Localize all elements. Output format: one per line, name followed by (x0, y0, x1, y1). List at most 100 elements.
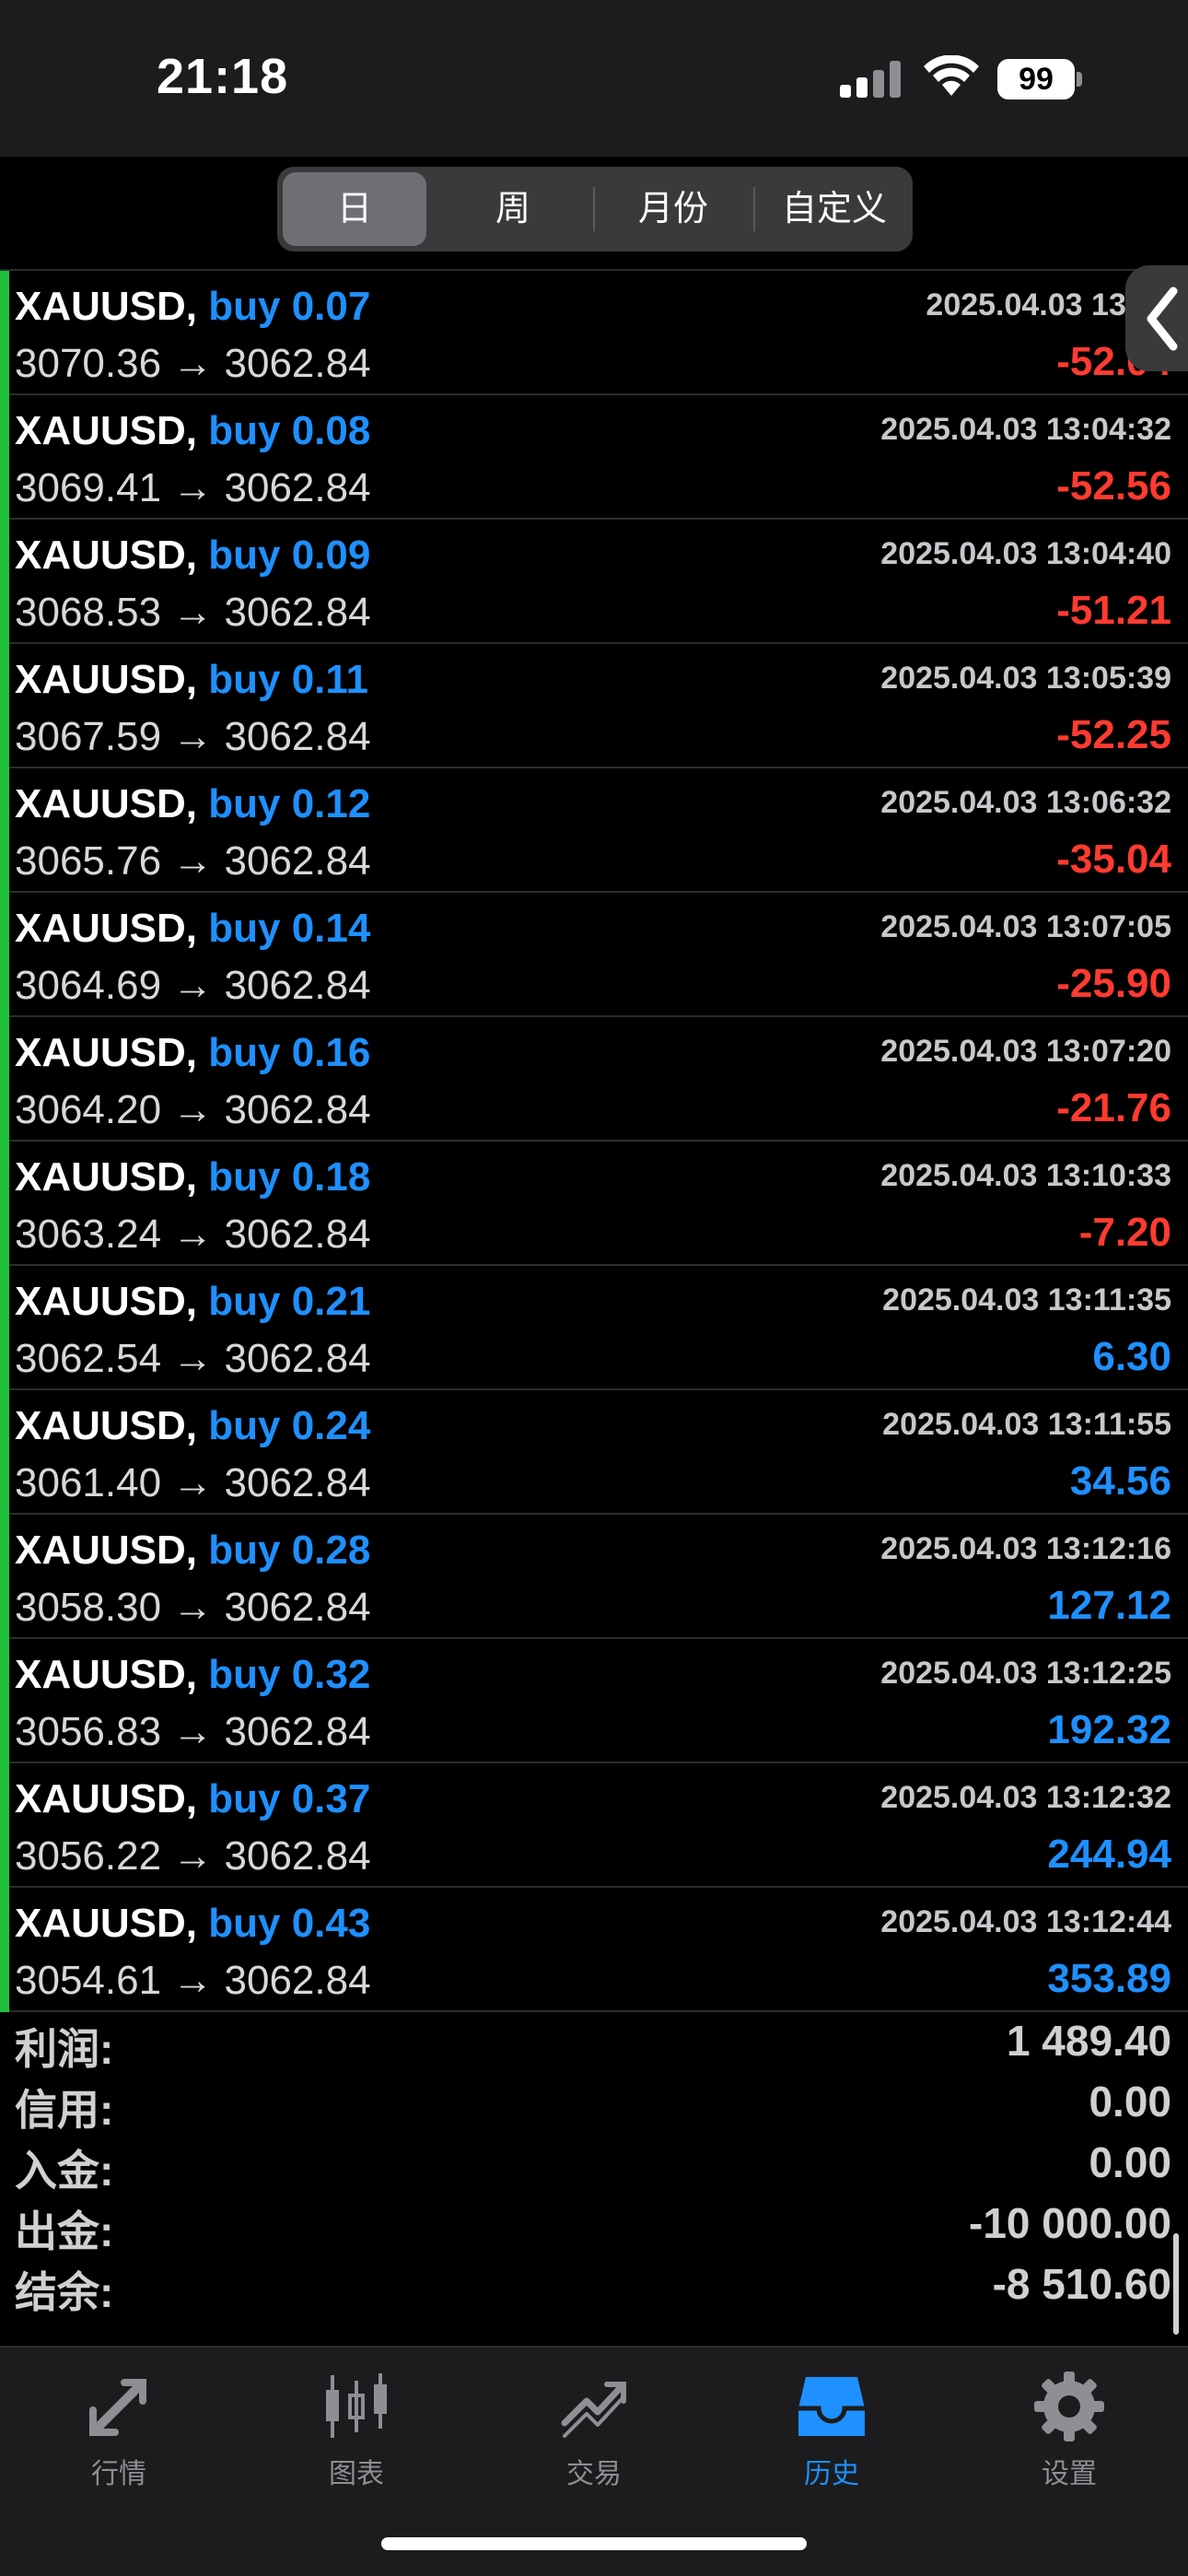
trade-symbol-line: XAUUSD, buy 0.43 (15, 1901, 370, 1947)
trade-side-volume: buy 0.18 (208, 1154, 371, 1200)
trade-close-time: 2025.04.03 13:11:55 (882, 1407, 1171, 1442)
trade-symbol: XAUUSD, (15, 533, 198, 578)
tab-quotes[interactable]: 行情 (41, 2368, 197, 2491)
trade-symbol: XAUUSD, (15, 1652, 198, 1697)
trade-close-time: 2025.04.03 13:12:16 (880, 1531, 1171, 1566)
trade-row[interactable]: XAUUSD, buy 0.12 3065.76 → 3062.84 2025.04… (0, 768, 1188, 893)
tab-chart[interactable]: 图表 (278, 2368, 435, 2491)
position-indicator-bar (0, 520, 9, 644)
tab-label: 图表 (329, 2459, 384, 2489)
summary-label: 利润: (15, 2025, 114, 2073)
trade-row[interactable]: XAUUSD, buy 0.18 3063.24 → 3062.84 2025.04… (0, 1142, 1188, 1266)
trade-close-time: 2025.04.03 13:05:39 (880, 661, 1171, 696)
trade-symbol-line: XAUUSD, buy 0.32 (15, 1652, 370, 1698)
trade-close-time: 2025.04.03 13:04:40 (880, 536, 1171, 571)
trade-row[interactable]: XAUUSD, buy 0.07 3070.36 → 3062.84 2025.04… (0, 271, 1188, 395)
period-segmented-control: 日 周 月份 自定义 (277, 167, 913, 252)
trade-row[interactable]: XAUUSD, buy 0.14 3064.69 → 3062.84 2025.04… (0, 893, 1188, 1017)
summary-label: 入金: (15, 2147, 114, 2195)
scrollbar[interactable] (1173, 2233, 1179, 2335)
trade-profit: -51.21 (1056, 588, 1171, 633)
tab-trade[interactable]: 交易 (516, 2368, 672, 2491)
trade-symbol: XAUUSD, (15, 1776, 198, 1821)
trade-row[interactable]: XAUUSD, buy 0.24 3061.40 → 3062.84 2025.04… (0, 1390, 1188, 1515)
summary-label: 结余: (15, 2268, 114, 2316)
trade-symbol-line: XAUUSD, buy 0.14 (15, 906, 370, 952)
trade-prices: 3065.76 → 3062.84 (15, 838, 371, 884)
tab-day[interactable]: 日 (283, 172, 426, 246)
account-summary: 利润: 1 489.40 信用: 0.00 入金: 0.00 出金: -10 0… (0, 2012, 1188, 2316)
tab-history[interactable]: 历史 (753, 2368, 910, 2491)
summary-value: 0.00 (1089, 2138, 1171, 2186)
clock: 21:18 (157, 49, 289, 104)
trade-row[interactable]: XAUUSD, buy 0.08 3069.41 → 3062.84 2025.04… (0, 395, 1188, 520)
trade-prices: 3056.83 → 3062.84 (15, 1709, 371, 1754)
position-indicator-bar (0, 271, 9, 395)
trade-side-volume: buy 0.12 (208, 781, 371, 826)
trade-symbol: XAUUSD, (15, 408, 198, 453)
position-indicator-bar (0, 893, 9, 1017)
trade-row[interactable]: XAUUSD, buy 0.09 3068.53 → 3062.84 2025.04… (0, 520, 1188, 644)
trade-symbol: XAUUSD, (15, 906, 198, 951)
trade-prices: 3070.36 → 3062.84 (15, 341, 371, 386)
trade-history-list: XAUUSD, buy 0.07 3070.36 → 3062.84 2025.04… (0, 271, 1188, 2012)
trade-row[interactable]: XAUUSD, buy 0.37 3056.22 → 3062.84 2025.04… (0, 1763, 1188, 1888)
summary-value: -10 000.00 (969, 2199, 1171, 2247)
trade-prices: 3068.53 → 3062.84 (15, 590, 371, 635)
home-indicator[interactable] (381, 2537, 807, 2550)
trade-row[interactable]: XAUUSD, buy 0.16 3064.20 → 3062.84 2025.04… (0, 1017, 1188, 1142)
side-panel-handle[interactable] (1125, 265, 1188, 371)
trade-profit: 6.30 (1092, 1334, 1171, 1379)
trade-symbol-line: XAUUSD, buy 0.12 (15, 781, 370, 827)
trade-symbol: XAUUSD, (15, 284, 198, 329)
trade-symbol: XAUUSD, (15, 1030, 198, 1075)
trade-symbol-line: XAUUSD, buy 0.18 (15, 1154, 370, 1200)
tab-custom[interactable]: 自定义 (762, 172, 907, 246)
trade-symbol: XAUUSD, (15, 1154, 198, 1200)
trade-prices: 3061.40 → 3062.84 (15, 1460, 371, 1505)
trade-close-time: 2025.04.03 13:11:35 (882, 1282, 1171, 1317)
summary-credit: 信用: 0.00 (0, 2073, 1188, 2134)
tab-month[interactable]: 月份 (601, 172, 745, 246)
position-indicator-bar (0, 1142, 9, 1266)
trade-side-volume: buy 0.07 (208, 284, 371, 329)
trade-side-volume: buy 0.32 (208, 1652, 371, 1697)
trade-profit: -21.76 (1056, 1085, 1171, 1130)
tab-label: 交易 (566, 2459, 622, 2489)
position-indicator-bar (0, 1266, 9, 1390)
trade-row[interactable]: XAUUSD, buy 0.28 3058.30 → 3062.84 2025.04… (0, 1515, 1188, 1639)
trade-symbol: XAUUSD, (15, 1528, 198, 1573)
trade-prices: 3067.59 → 3062.84 (15, 714, 371, 759)
tab-label: 历史 (804, 2459, 859, 2489)
trade-row[interactable]: XAUUSD, buy 0.43 3054.61 → 3062.84 2025.04… (0, 1888, 1188, 2012)
summary-balance: 结余: -8 510.60 (0, 2255, 1188, 2316)
trade-close-time: 2025.04.03 13:07:20 (880, 1034, 1171, 1069)
trade-symbol: XAUUSD, (15, 657, 198, 702)
summary-profit: 利润: 1 489.40 (0, 2012, 1188, 2073)
trade-profit: -52.25 (1056, 712, 1171, 757)
trade-symbol: XAUUSD, (15, 1901, 198, 1946)
trade-row[interactable]: XAUUSD, buy 0.11 3067.59 → 3062.84 2025.04… (0, 644, 1188, 768)
trade-profit: -35.04 (1056, 837, 1171, 882)
position-indicator-bar (0, 1390, 9, 1515)
trade-profit: 192.32 (1047, 1707, 1171, 1752)
trade-side-volume: buy 0.16 (208, 1030, 371, 1075)
position-indicator-bar (0, 395, 9, 520)
trade-prices: 3069.41 → 3062.84 (15, 465, 371, 510)
chevron-left-icon (1147, 287, 1178, 351)
tab-week[interactable]: 周 (441, 172, 585, 246)
trade-symbol-line: XAUUSD, buy 0.24 (15, 1403, 370, 1449)
trade-row[interactable]: XAUUSD, buy 0.21 3062.54 → 3062.84 2025.04… (0, 1266, 1188, 1390)
settings-icon (1034, 2371, 1104, 2441)
trade-row[interactable]: XAUUSD, buy 0.32 3056.83 → 3062.84 2025.04… (0, 1639, 1188, 1763)
tab-settings[interactable]: 设置 (991, 2368, 1147, 2491)
trade-prices: 3064.20 → 3062.84 (15, 1087, 371, 1132)
position-indicator-bar (0, 1763, 9, 1888)
trade-symbol-line: XAUUSD, buy 0.28 (15, 1528, 370, 1574)
position-indicator-bar (0, 1017, 9, 1142)
summary-label: 信用: (15, 2086, 114, 2134)
tab-label: 设置 (1042, 2459, 1097, 2489)
trade-symbol-line: XAUUSD, buy 0.37 (15, 1776, 370, 1822)
trade-symbol: XAUUSD, (15, 781, 198, 826)
trade-prices: 3064.69 → 3062.84 (15, 963, 371, 1008)
